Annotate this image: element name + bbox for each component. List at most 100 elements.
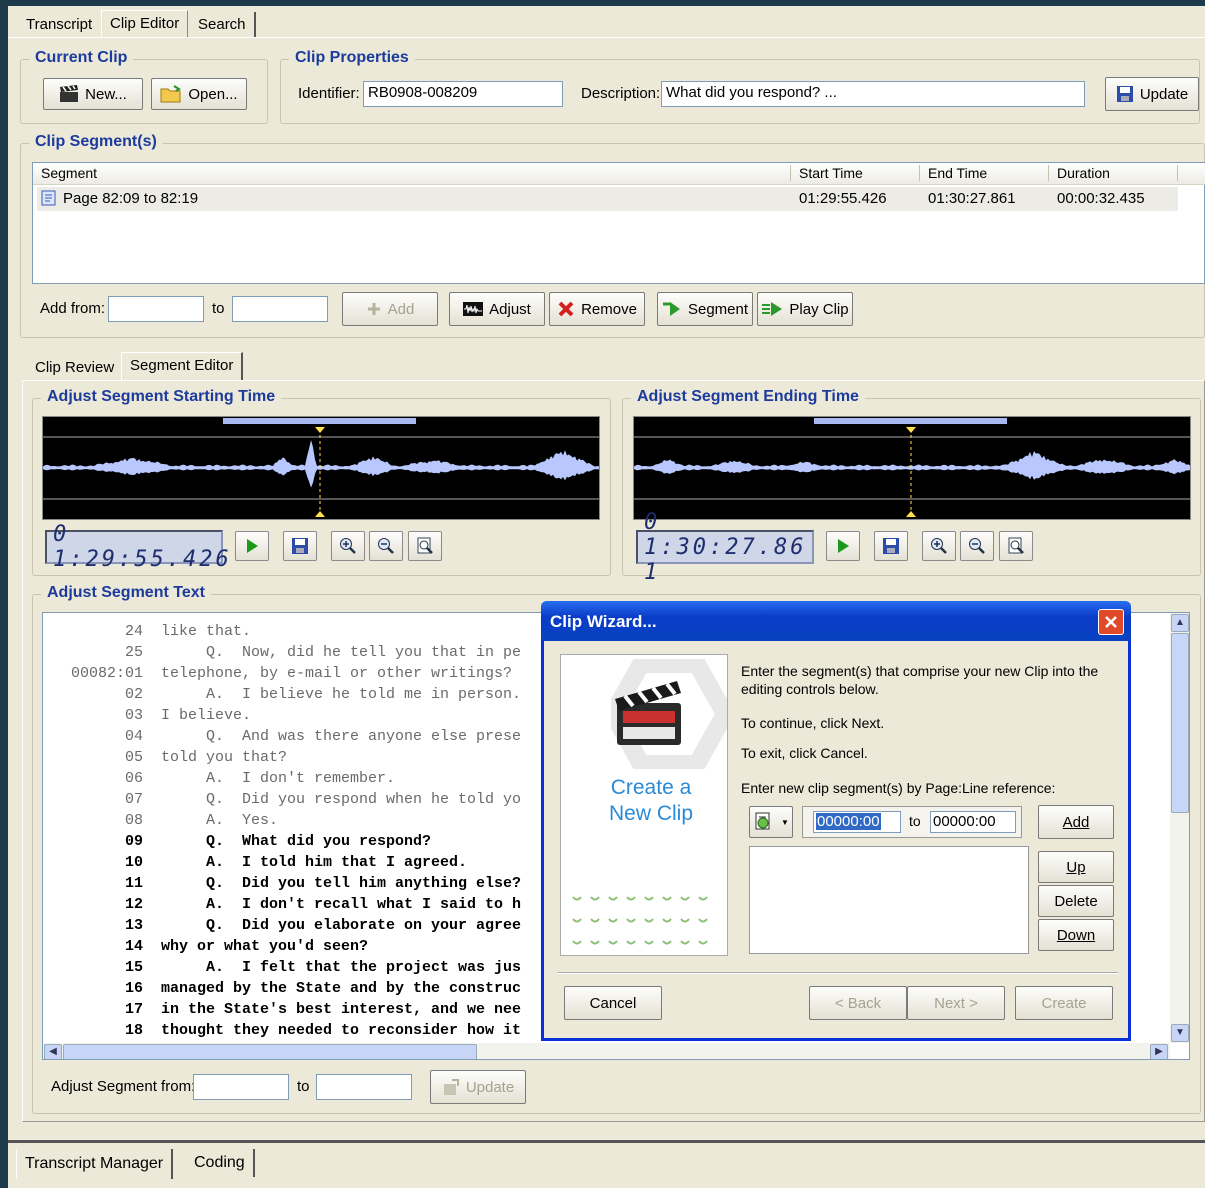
scroll-up-icon[interactable]: ▲	[1171, 614, 1189, 632]
vertical-scrollbar[interactable]: ▲ ▼	[1170, 613, 1189, 1043]
scroll-left-icon[interactable]: ◀	[44, 1044, 62, 1059]
table-row[interactable]: Page 82:09 to 82:19 01:29:55.426 01:30:2…	[37, 187, 1178, 211]
tab-search[interactable]: Search	[190, 12, 256, 38]
line-text: I believe.	[161, 707, 252, 724]
tab-clip-editor[interactable]: Clip Editor	[101, 10, 189, 38]
line-number: 14	[124, 938, 143, 955]
start-zoom-in-button[interactable]	[331, 531, 365, 561]
identifier-input[interactable]: RB0908-008209	[363, 81, 563, 107]
clip-segments-title: Clip Segment(s)	[29, 133, 163, 151]
clip-properties-title: Clip Properties	[289, 49, 415, 67]
adjust-button[interactable]: Adjust	[449, 292, 545, 326]
transcript-line[interactable]: 14 why or what you'd seen?	[43, 936, 543, 957]
tab-clip-review[interactable]: Clip Review	[27, 355, 122, 381]
wizard-cancel-button[interactable]: Cancel	[564, 986, 662, 1020]
remove-label: Remove	[581, 300, 637, 318]
transcript-line[interactable]: 16 managed by the State and by the constr…	[43, 978, 543, 999]
start-save-button[interactable]	[283, 531, 317, 561]
horizontal-scrollbar[interactable]: ◀ ▶	[43, 1043, 1170, 1059]
end-waveform[interactable]	[633, 416, 1191, 520]
transcript-line[interactable]: 08 A. Yes.	[43, 810, 543, 831]
add-to-input[interactable]	[232, 296, 328, 322]
add-from-input[interactable]	[108, 296, 204, 322]
tab-segment-editor[interactable]: Segment Editor	[121, 352, 244, 381]
open-clip-button[interactable]: Open...	[151, 78, 247, 110]
transcript-line[interactable]: 03 I believe.	[43, 705, 543, 726]
update-properties-button[interactable]: Update	[1105, 77, 1199, 111]
new-clip-button[interactable]: New...	[43, 78, 143, 110]
close-icon[interactable]	[1098, 609, 1124, 635]
transcript-line[interactable]: 02 A. I believe he told me in person.	[43, 684, 543, 705]
wizard-back-button[interactable]: < Back	[809, 986, 907, 1020]
transcript-line[interactable]: 10 A. I told him that I agreed.	[43, 852, 543, 873]
transcript-line[interactable]: 15 A. I felt that the project was jus	[43, 957, 543, 978]
play-clip-button[interactable]: Play Clip	[757, 292, 853, 326]
transcript-line[interactable]: 17 in the State's best interest, and we n…	[43, 999, 543, 1020]
col-start-time[interactable]: Start Time	[791, 165, 920, 181]
description-label: Description:	[581, 85, 661, 102]
start-waveform[interactable]	[42, 416, 600, 520]
transcript-line[interactable]: 09 Q. What did you respond?	[43, 831, 543, 852]
add-segment-button[interactable]: Add	[342, 292, 438, 326]
scroll-right-icon[interactable]: ▶	[1150, 1044, 1168, 1059]
transcript-line[interactable]: 04 Q. And was there anyone else prese	[43, 726, 543, 747]
play-clip-label: Play Clip	[789, 300, 849, 318]
to-page-line-input[interactable]: 00000:00	[930, 811, 1016, 833]
wizard-down-button[interactable]: Down	[1038, 919, 1114, 951]
from-page-line-input[interactable]: 00000:00	[813, 811, 901, 833]
zoom-out-icon	[969, 538, 985, 554]
tab-transcript[interactable]: Transcript	[18, 12, 100, 38]
description-input[interactable]: What did you respond? ...	[661, 81, 1085, 107]
segment-button[interactable]: Segment	[657, 292, 753, 326]
line-number: 10	[124, 854, 143, 871]
scroll-down-icon[interactable]: ▼	[1171, 1024, 1189, 1042]
line-text: A. I believe he told me in person.	[161, 686, 522, 703]
wizard-segment-list[interactable]	[749, 846, 1029, 954]
end-waveform-graph	[634, 418, 1190, 517]
end-save-button[interactable]	[874, 531, 908, 561]
col-end-time[interactable]: End Time	[920, 165, 1049, 181]
adjust-update-button[interactable]: Update	[430, 1070, 526, 1104]
end-play-button[interactable]	[826, 531, 860, 561]
wizard-delete-button[interactable]: Delete	[1038, 885, 1114, 917]
end-zoom-fit-button[interactable]	[999, 531, 1033, 561]
wizard-up-button[interactable]: Up	[1038, 851, 1114, 883]
page-ref-dropdown[interactable]: ▼	[749, 806, 793, 838]
transcript-line[interactable]: 25 Q. Now, did he tell you that in pe	[43, 642, 543, 663]
tab-coding[interactable]: Coding	[186, 1149, 255, 1177]
adjust-to-input[interactable]	[316, 1074, 412, 1100]
segments-table[interactable]: Segment Start Time End Time Duration Pag…	[32, 162, 1205, 284]
remove-button[interactable]: Remove	[549, 292, 645, 326]
transcript-line[interactable]: 00082:01 telephone, by e-mail or other wr…	[43, 663, 543, 684]
start-zoom-out-button[interactable]	[369, 531, 403, 561]
from-page-line-value: 00000:00	[816, 813, 881, 830]
wizard-add-button[interactable]: Add	[1038, 805, 1114, 839]
transcript-line[interactable]: 05 told you that?	[43, 747, 543, 768]
transcript-line[interactable]: 11 Q. Did you tell him anything else?	[43, 873, 543, 894]
wizard-exit-text: To exit, click Cancel.	[741, 745, 868, 761]
wizard-next-button[interactable]: Next >	[907, 986, 1005, 1020]
wizard-create-button[interactable]: Create	[1015, 986, 1113, 1020]
start-zoom-fit-button[interactable]	[408, 531, 442, 561]
horizontal-scroll-thumb[interactable]	[63, 1044, 477, 1059]
transcript-line[interactable]: 12 A. I don't recall what I said to h	[43, 894, 543, 915]
adjust-to-label: to	[297, 1078, 310, 1095]
transcript-line[interactable]: 13 Q. Did you elaborate on your agree	[43, 915, 543, 936]
zoom-in-icon	[931, 538, 947, 554]
col-segment[interactable]: Segment	[35, 165, 791, 181]
line-number: 06	[124, 770, 143, 787]
adjust-from-input[interactable]	[193, 1074, 289, 1100]
transcript-line[interactable]: 24 like that.	[43, 621, 543, 642]
vertical-scroll-thumb[interactable]	[1171, 633, 1189, 813]
line-text: told you that?	[161, 749, 288, 766]
col-duration[interactable]: Duration	[1049, 165, 1178, 181]
adjust-label: Adjust	[489, 300, 531, 318]
transcript-line[interactable]: 06 A. I don't remember.	[43, 768, 543, 789]
end-zoom-in-button[interactable]	[922, 531, 956, 561]
transcript-line[interactable]: 07 Q. Did you respond when he told yo	[43, 789, 543, 810]
tab-transcript-manager[interactable]: Transcript Manager	[16, 1149, 174, 1179]
transcript-line[interactable]: 18 thought they needed to reconsider how …	[43, 1020, 543, 1041]
start-play-button[interactable]	[235, 531, 269, 561]
identifier-label: Identifier:	[298, 85, 360, 102]
end-zoom-out-button[interactable]	[960, 531, 994, 561]
